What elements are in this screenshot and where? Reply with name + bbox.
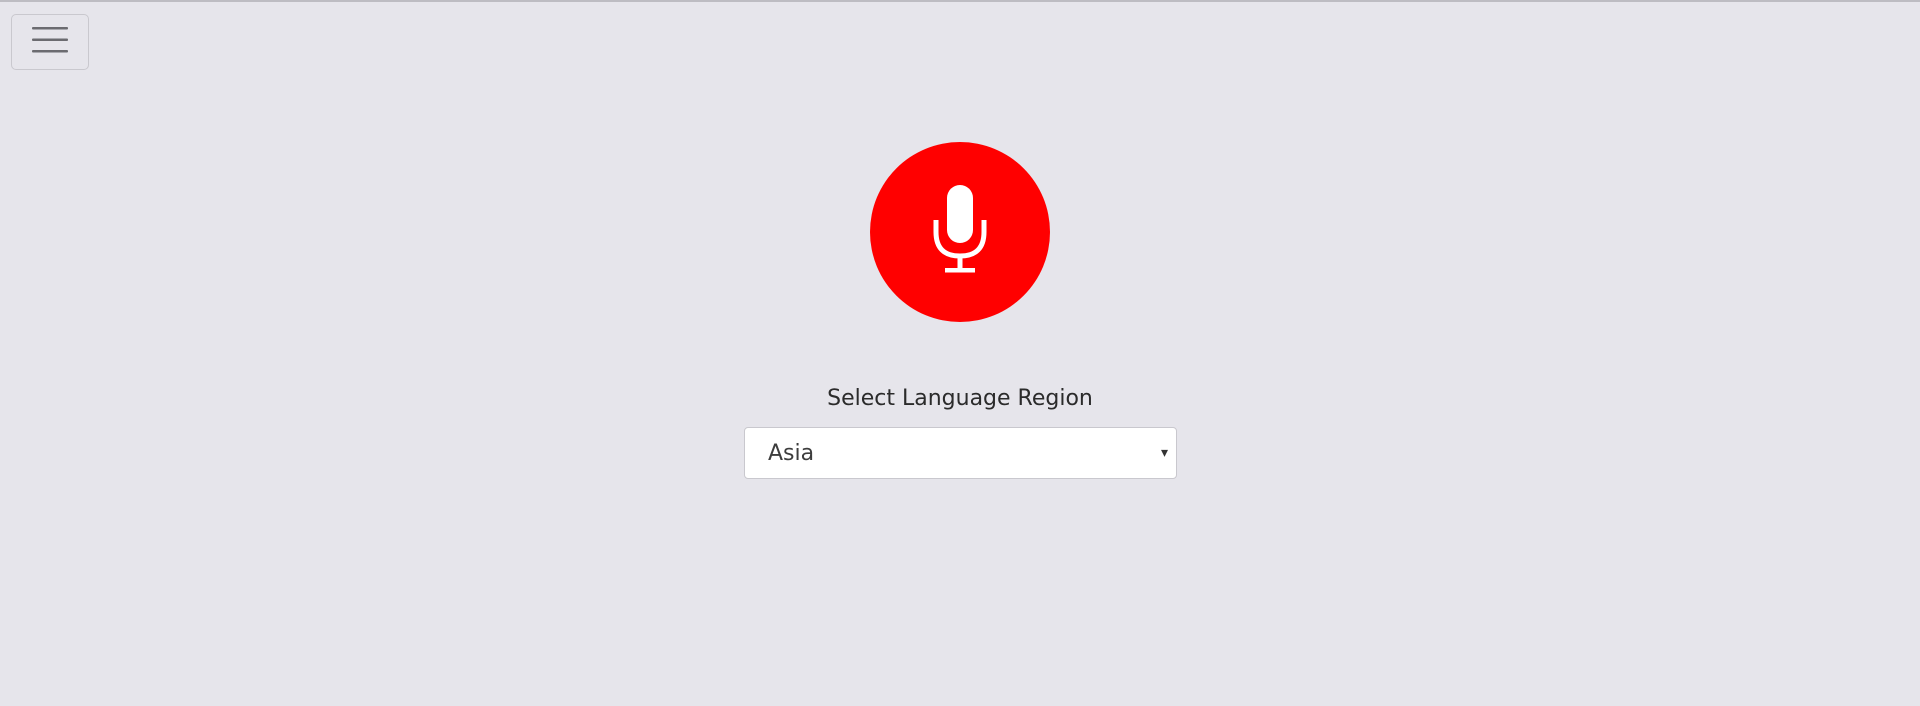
- hamburger-menu-icon: [31, 25, 69, 59]
- record-voice-button[interactable]: [870, 142, 1050, 322]
- menu-toggle-button[interactable]: [11, 14, 89, 70]
- language-region-label: Select Language Region: [827, 386, 1093, 411]
- selected-region-value: Asia: [768, 441, 815, 466]
- language-region-select[interactable]: Asia ▾: [744, 427, 1177, 479]
- microphone-icon: [930, 180, 990, 284]
- chevron-down-icon: ▾: [1160, 445, 1168, 461]
- top-border: [0, 0, 1920, 2]
